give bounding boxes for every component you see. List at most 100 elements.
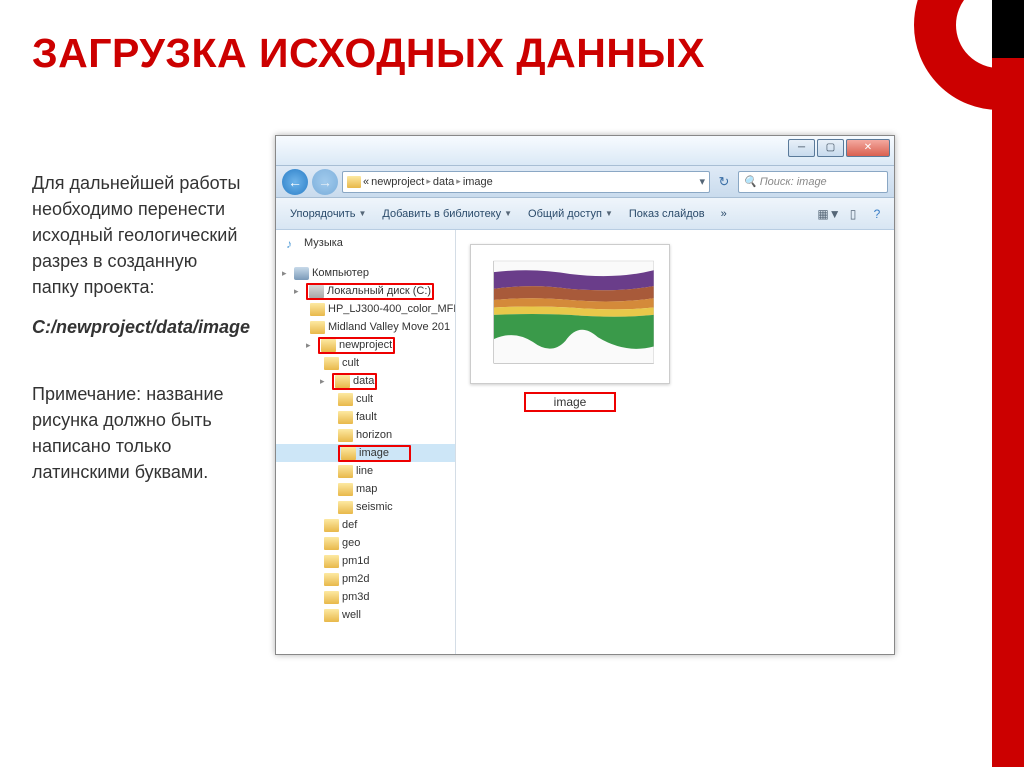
- tree-label: well: [342, 609, 361, 621]
- search-input[interactable]: 🔍 Поиск: image: [738, 171, 888, 193]
- tree-hp[interactable]: HP_LJ300-400_color_MFF: [276, 300, 455, 318]
- description-block: Для дальнейшей работы необходимо перенес…: [32, 170, 242, 499]
- organize-menu[interactable]: Упорядочить▼: [284, 205, 372, 223]
- tree-cult[interactable]: cult: [276, 354, 455, 372]
- address-bar[interactable]: « newproject ▸ data ▸ image ▾: [342, 171, 710, 193]
- more-button[interactable]: »: [715, 205, 733, 223]
- tree-image[interactable]: image: [276, 444, 455, 462]
- chevron-icon: ▸: [456, 176, 461, 187]
- organize-label: Упорядочить: [290, 208, 355, 220]
- folder-icon: [338, 501, 353, 514]
- tree-fault[interactable]: fault: [276, 408, 455, 426]
- tree-computer[interactable]: ▸ Компьютер: [276, 264, 455, 282]
- folder-icon: [321, 339, 336, 352]
- tree-pm3d[interactable]: pm3d: [276, 588, 455, 606]
- folder-icon: [324, 537, 339, 550]
- sidebar-red: [992, 58, 1024, 767]
- expander-icon[interactable]: ▸: [320, 376, 329, 387]
- dropdown-icon: ▼: [358, 209, 366, 218]
- tree-seismic[interactable]: seismic: [276, 498, 455, 516]
- tree-label: fault: [356, 411, 377, 423]
- titlebar[interactable]: ─ ▢ ✕: [276, 136, 894, 166]
- expander-icon[interactable]: ▸: [282, 268, 291, 279]
- help-icon[interactable]: ?: [868, 206, 886, 222]
- tree-geo[interactable]: geo: [276, 534, 455, 552]
- file-label[interactable]: image: [524, 392, 617, 412]
- tree-horizon[interactable]: horizon: [276, 426, 455, 444]
- tree-label: data: [353, 375, 374, 387]
- tree-label: map: [356, 483, 377, 495]
- folder-icon: [338, 411, 353, 424]
- folder-icon: [324, 357, 339, 370]
- folder-tree: ♪Музыка ▸Компьютер ▸Локальный диск (C:) …: [276, 230, 456, 654]
- desc-text-2: Примечание: название рисунка должно быть…: [32, 381, 242, 485]
- folder-icon: [310, 321, 325, 334]
- geological-section-icon: [477, 251, 663, 377]
- tree-newproject[interactable]: ▸newproject: [276, 336, 455, 354]
- view-icon[interactable]: ▦▼: [820, 206, 838, 222]
- dropdown-icon: ▼: [605, 209, 613, 218]
- window-controls: ─ ▢ ✕: [786, 139, 890, 157]
- tree-label: geo: [342, 537, 360, 549]
- tree-line[interactable]: line: [276, 462, 455, 480]
- tree-cult2[interactable]: cult: [276, 390, 455, 408]
- desc-path: C:/newproject/data/image: [32, 314, 242, 340]
- slideshow-button[interactable]: Показ слайдов: [623, 205, 711, 223]
- tree-label: def: [342, 519, 357, 531]
- music-icon: ♪: [286, 237, 301, 250]
- folder-icon: [324, 573, 339, 586]
- tree-label: image: [359, 447, 389, 459]
- tree-pm2d[interactable]: pm2d: [276, 570, 455, 588]
- forward-icon: →: [318, 174, 332, 190]
- expander-icon[interactable]: ▸: [294, 286, 303, 297]
- tree-well[interactable]: well: [276, 606, 455, 624]
- search-icon: 🔍: [743, 175, 757, 188]
- tree-label: cult: [342, 357, 359, 369]
- breadcrumb-1[interactable]: newproject: [371, 176, 424, 188]
- slideshow-label: Показ слайдов: [629, 208, 705, 220]
- breadcrumb-3[interactable]: image: [463, 176, 493, 188]
- folder-icon: [324, 519, 339, 532]
- forward-button[interactable]: →: [312, 169, 338, 195]
- back-icon: ←: [288, 174, 302, 190]
- close-button[interactable]: ✕: [846, 139, 890, 157]
- content-pane[interactable]: image: [456, 230, 894, 654]
- tree-local-disk[interactable]: ▸ Локальный диск (C:): [276, 282, 455, 300]
- minimize-button[interactable]: ─: [788, 139, 815, 157]
- share-menu[interactable]: Общий доступ▼: [522, 205, 619, 223]
- preview-icon[interactable]: ▯: [844, 206, 862, 222]
- tree-label: Локальный диск (C:): [327, 285, 431, 297]
- tree-def[interactable]: def: [276, 516, 455, 534]
- disk-icon: [309, 285, 324, 298]
- tree-pm1d[interactable]: pm1d: [276, 552, 455, 570]
- expander-icon[interactable]: ▸: [306, 340, 315, 351]
- dropdown-icon[interactable]: ▾: [699, 175, 705, 188]
- refresh-button[interactable]: ↻: [714, 171, 734, 193]
- folder-icon: [338, 393, 353, 406]
- tree-label: Midland Valley Move 201: [328, 321, 450, 333]
- tree-map[interactable]: map: [276, 480, 455, 498]
- folder-icon: [338, 483, 353, 496]
- tree-midland[interactable]: Midland Valley Move 201: [276, 318, 455, 336]
- computer-icon: [294, 267, 309, 280]
- back-button[interactable]: ←: [282, 169, 308, 195]
- corner-arc: [914, 0, 1024, 110]
- maximize-button[interactable]: ▢: [817, 139, 844, 157]
- breadcrumb-prefix: «: [363, 176, 369, 188]
- tree-data[interactable]: ▸ data: [276, 372, 455, 390]
- tree-label: seismic: [356, 501, 393, 513]
- toolbar: Упорядочить▼ Добавить в библиотеку▼ Общи…: [276, 198, 894, 230]
- tree-label: pm3d: [342, 591, 370, 603]
- folder-icon: [338, 429, 353, 442]
- folder-icon: [338, 465, 353, 478]
- addlib-menu[interactable]: Добавить в библиотеку▼: [376, 205, 518, 223]
- folder-icon: [310, 303, 325, 316]
- breadcrumb-2[interactable]: data: [433, 176, 454, 188]
- share-label: Общий доступ: [528, 208, 602, 220]
- file-thumbnail[interactable]: image: [470, 244, 670, 412]
- tree-music[interactable]: ♪Музыка: [276, 234, 455, 252]
- tree-label: Компьютер: [312, 267, 369, 279]
- slide-title: ЗАГРУЗКА ИСХОДНЫХ ДАННЫХ: [32, 30, 705, 77]
- desc-text-1: Для дальнейшей работы необходимо перенес…: [32, 170, 242, 300]
- tree-label: HP_LJ300-400_color_MFF: [328, 303, 456, 315]
